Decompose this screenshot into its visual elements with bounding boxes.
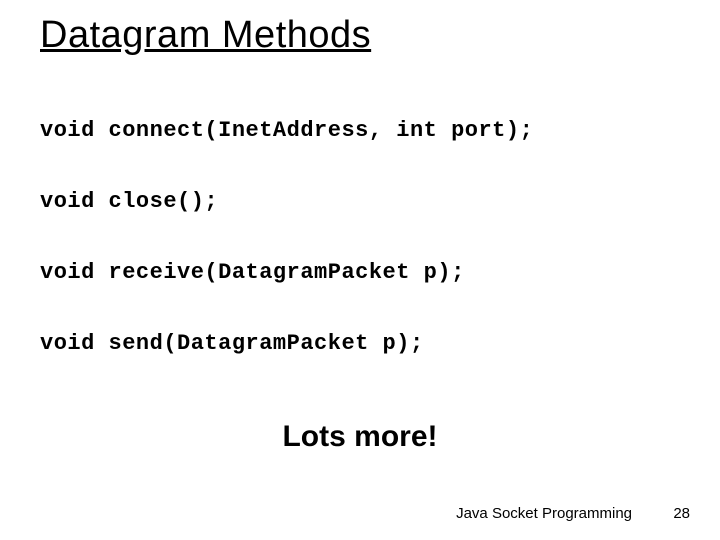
method-signature: void send(DatagramPacket p); bbox=[40, 331, 680, 356]
method-list: void connect(InetAddress, int port); voi… bbox=[40, 118, 680, 402]
footer-label: Java Socket Programming bbox=[456, 505, 632, 522]
method-signature: void receive(DatagramPacket p); bbox=[40, 260, 680, 285]
page-number: 28 bbox=[673, 505, 690, 522]
method-signature: void close(); bbox=[40, 189, 680, 214]
slide: Datagram Methods void connect(InetAddres… bbox=[0, 0, 720, 540]
lots-more-note: Lots more! bbox=[0, 420, 720, 454]
method-signature: void connect(InetAddress, int port); bbox=[40, 118, 680, 143]
slide-title: Datagram Methods bbox=[40, 14, 371, 57]
